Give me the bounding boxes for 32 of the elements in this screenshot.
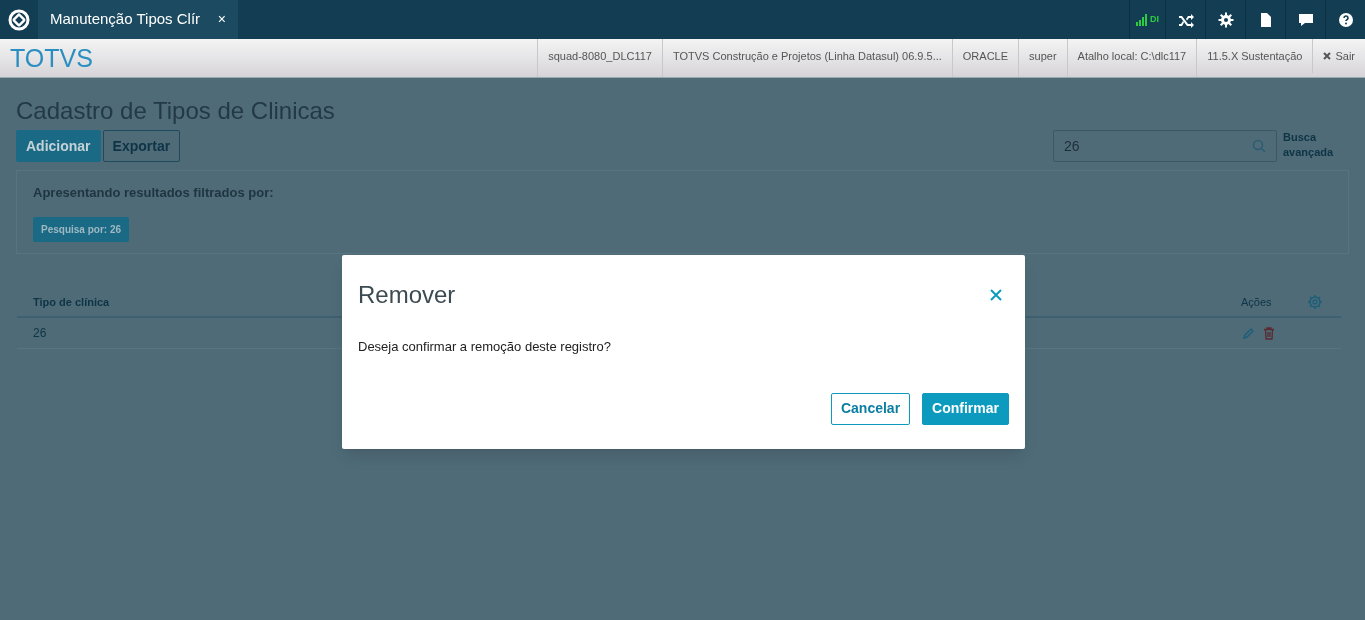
column-header: Tipo de clínica <box>33 294 110 310</box>
action-button[interactable]: Exportar <box>102 130 181 162</box>
chat-icon <box>1297 11 1314 28</box>
help-icon <box>1337 11 1354 28</box>
brand-logo: TOTVS <box>9 43 94 74</box>
close-icon <box>1323 52 1332 60</box>
header-info: Atalho local: C:\dlc117 <box>1066 39 1197 77</box>
header-info: 11.5.X Sustentação <box>1196 39 1313 77</box>
app-tab[interactable]: Manutenção Tipos Clír × <box>38 0 238 39</box>
search-field[interactable]: 26 <box>1053 130 1277 162</box>
dialog-message: Deseja confirmar a remoção deste registro? <box>357 338 612 356</box>
header-info: squad-8080_DLC117 <box>537 39 662 77</box>
filter-tag[interactable]: Pesquisa por: 26 <box>33 216 130 242</box>
action-button[interactable]: Adicionar <box>16 130 101 162</box>
header-info: super <box>1018 39 1067 77</box>
dialog-button[interactable]: Confirmar <box>922 392 1009 425</box>
signal-label: DI <box>1150 12 1159 26</box>
filter-heading: Apresentando resultados filtrados por: <box>33 184 275 202</box>
header-info: ORACLE <box>951 39 1019 77</box>
signal-icon <box>1136 13 1148 26</box>
dialog-button[interactable]: Cancelar <box>830 392 911 425</box>
logout-button[interactable]: Sair <box>1312 39 1365 73</box>
advanced-search-link[interactable]: Busca avançada <box>1283 130 1349 160</box>
header-info: TOTVS Construção e Projetos (Linha Datasul) 06.9.5... <box>662 39 952 77</box>
close-icon[interactable]: × <box>217 9 226 30</box>
dialog-title: Remover <box>358 280 456 310</box>
shuffle-icon <box>1177 11 1194 28</box>
column-header: Ações <box>1241 294 1273 310</box>
close-icon[interactable] <box>989 288 1003 302</box>
logo-icon <box>8 8 30 31</box>
table-cell-text: 26 <box>33 325 47 342</box>
search-icon <box>1252 139 1266 153</box>
